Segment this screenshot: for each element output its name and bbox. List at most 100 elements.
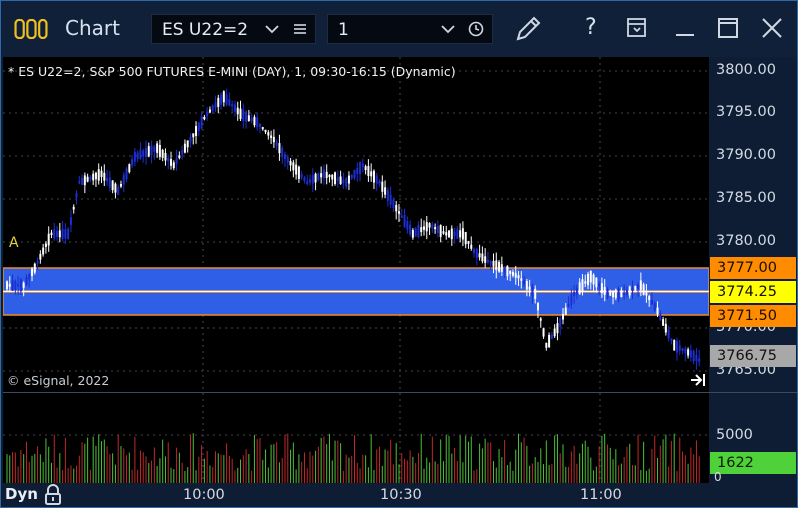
candle-body [136,152,139,159]
pencil-draw-icon[interactable] [513,14,543,44]
candle-body [247,115,250,121]
candle-body [253,116,256,126]
candle-body [570,294,573,305]
candle-body [631,288,634,291]
candle-body [495,260,498,271]
candle-body [428,223,431,228]
candle-body [448,230,451,238]
candle-body [311,175,314,184]
help-icon[interactable]: ? [585,15,597,40]
candle-body [69,217,72,225]
candle-body [539,318,542,321]
candle-body [17,283,20,287]
price-chart-canvas[interactable] [2,57,710,392]
time-axis-label: 11:00 [580,487,622,503]
symbol-list-icon[interactable] [293,23,307,35]
candle-body [331,174,334,180]
price-axis-label: 3800.00 [716,62,776,78]
candle-body [72,206,75,210]
candle-body [297,166,300,179]
candle-body [225,94,228,105]
clock-icon[interactable] [468,21,484,37]
candle-body [409,224,412,235]
candle-body [595,277,598,288]
candle-body [286,157,289,163]
minimize-icon[interactable] [673,15,697,39]
candle-body [675,340,678,353]
volume-zero-label: 0 [714,470,722,484]
candle-body [556,323,559,334]
candle-body [534,288,537,299]
volume-pane[interactable] [3,393,709,483]
candle-body [381,181,384,192]
candle-body [94,172,97,180]
candle-body [195,126,198,136]
candle-body [525,280,528,290]
candle-body [167,157,170,162]
candle-body [553,328,556,337]
candle-body [261,127,264,130]
candle-body [486,259,489,263]
candle-body [642,284,645,295]
candle-body [119,184,122,187]
candle-body [439,225,442,237]
candle-body [250,118,253,122]
candle-body [681,348,684,351]
candle-body [589,270,592,283]
candle-body [670,338,673,341]
candle-body [453,231,456,237]
candle-body [612,290,615,298]
candle-body [620,290,623,298]
lock-icon[interactable] [43,484,63,506]
time-axis-label: 10:00 [183,487,225,503]
candle-body [673,340,676,351]
window-menu-icon[interactable] [625,16,649,40]
chevron-down-icon[interactable] [265,24,279,34]
candle-body [536,303,539,311]
candle-body [114,183,117,193]
candle-body [172,162,175,169]
price-chart-pane[interactable]: A [2,57,710,392]
candle-body [211,105,214,111]
candle-body [61,228,64,240]
candle-body [103,172,106,181]
candle-body [353,169,356,178]
interval-value: 1 [338,20,349,40]
candle-body [562,313,564,320]
symbol-description: * ES U22=2, S&P 500 FUTURES E-MINI (DAY)… [8,64,456,79]
price-band-upper [2,267,710,292]
candle-body [264,129,267,133]
price-badge-upper: 3777.00 [710,257,796,279]
candle-body [228,99,231,106]
window-title: Chart [65,16,120,40]
candle-body [645,292,648,296]
candle-body [603,287,606,295]
candle-body [372,170,375,183]
candle-body [145,148,147,157]
time-axis-label: 10:30 [380,487,422,503]
candle-body [400,215,403,218]
candle-body [397,211,400,214]
candle-body [270,135,273,138]
scroll-to-end-icon[interactable] [690,373,706,387]
candle-body [350,175,353,179]
symbol-combo[interactable]: ES U22=2 [151,14,316,44]
candle-body [667,329,670,339]
maximize-icon[interactable] [717,17,739,39]
volume-canvas[interactable] [3,393,709,483]
close-icon[interactable] [760,16,784,40]
candle-body [236,107,239,115]
candle-body [648,296,651,301]
candle-body [434,227,437,230]
candle-body [89,176,92,180]
candle-body [242,109,245,122]
chevron-down-icon[interactable] [441,24,455,34]
candle-body [514,272,517,278]
price-badge-middle: 3774.25 [710,281,796,303]
candle-body [44,243,47,248]
candle-body [14,280,17,290]
candle-body [100,170,103,178]
candle-body [600,283,603,294]
candle-body [684,348,687,354]
interval-combo[interactable]: 1 [327,14,493,44]
